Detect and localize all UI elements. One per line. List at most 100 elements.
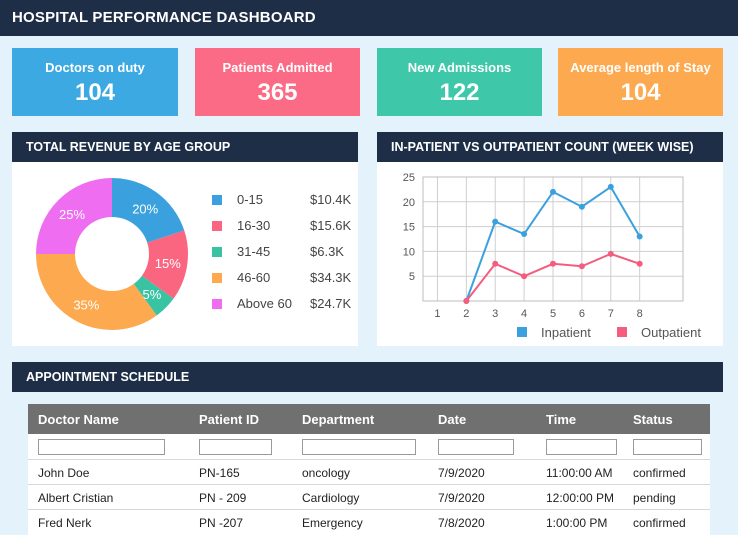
legend-swatch — [212, 195, 222, 205]
legend-label: Inpatient — [541, 325, 591, 340]
table-row[interactable]: John Doe PN-165 oncology 7/9/2020 11:00:00 A… — [28, 459, 710, 484]
legend-label: 31-45 — [237, 244, 271, 259]
column-header-date[interactable]: Date — [438, 412, 466, 427]
table-cell: 7/9/2020 — [438, 491, 485, 505]
appointment-table: Doctor Name Patient ID Department Date T… — [28, 404, 710, 535]
kpi-value: 104 — [620, 79, 661, 106]
revenue-panel: 20% 15% 5% 35% 25% 0-15 $10.4K 16-30 $15.6K 31-4… — [12, 162, 358, 346]
revenue-panel-header: TOTAL REVENUE BY AGE GROUP — [12, 132, 358, 162]
table-cell: Fred Nerk — [38, 516, 92, 530]
legend-label: 46-60 — [237, 270, 271, 285]
count-panel-header: IN-PATIENT VS OUTPATIENT COUNT (WEEK WIS… — [377, 132, 723, 162]
legend-swatch — [517, 327, 527, 337]
appointment-panel-header: APPOINTMENT SCHEDULE — [12, 362, 723, 392]
table-row[interactable]: Fred Nerk PN -207 Emergency 7/8/2020 1:00:00… — [28, 509, 710, 534]
data-point — [578, 203, 585, 210]
kpi-label: Average length of Stay — [570, 60, 711, 75]
filter-input-doctor-name[interactable] — [38, 439, 165, 455]
column-header-time[interactable]: Time — [546, 412, 576, 427]
y-tick-label: 10 — [403, 246, 415, 258]
x-tick-label: 1 — [434, 308, 440, 320]
legend-amount: $15.6K — [310, 218, 352, 233]
data-point — [636, 260, 643, 267]
data-point — [521, 273, 528, 280]
column-header-doctor-name[interactable]: Doctor Name — [38, 412, 119, 427]
pie-slice-label: 35% — [73, 297, 99, 312]
filter-input-patient-id[interactable] — [199, 439, 272, 455]
revenue-panel-title: TOTAL REVENUE BY AGE GROUP — [26, 140, 231, 154]
x-tick-label: 4 — [521, 308, 527, 320]
x-tick-label: 8 — [637, 308, 643, 320]
table-row[interactable]: Albert Cristian PN - 209 Cardiology 7/9/202… — [28, 484, 710, 509]
pie-slice — [36, 254, 157, 330]
page-title: HOSPITAL PERFORMANCE DASHBOARD — [12, 9, 316, 26]
count-panel-title: IN-PATIENT VS OUTPATIENT COUNT (WEEK WIS… — [391, 140, 694, 154]
table-cell: John Doe — [38, 466, 90, 480]
column-header-department[interactable]: Department — [302, 412, 374, 427]
data-point — [463, 298, 470, 304]
legend-swatch — [212, 273, 222, 283]
table-cell: PN - 209 — [199, 491, 247, 505]
x-tick-label: 2 — [463, 308, 469, 320]
table-cell: Cardiology — [302, 491, 360, 505]
data-point — [578, 263, 585, 270]
kpi-label: Patients Admitted — [222, 60, 333, 75]
filter-input-date[interactable] — [438, 439, 514, 455]
kpi-label: Doctors on duty — [45, 60, 145, 75]
legend-swatch — [212, 247, 222, 257]
filter-input-department[interactable] — [302, 439, 416, 455]
table-cell: pending — [633, 491, 676, 505]
appointment-panel-title: APPOINTMENT SCHEDULE — [26, 370, 190, 384]
table-cell: confirmed — [633, 516, 686, 530]
table-cell: PN -207 — [199, 516, 244, 530]
kpi-card-average-stay: Average length of Stay 104 — [558, 48, 723, 116]
data-point — [550, 260, 556, 267]
x-tick-label: 6 — [579, 308, 585, 320]
column-header-status[interactable]: Status — [633, 412, 673, 427]
table-cell: confirmed — [633, 466, 686, 480]
legend-label: 16-30 — [237, 218, 271, 233]
filter-input-status[interactable] — [633, 439, 702, 455]
column-header-patient-id[interactable]: Patient ID — [199, 412, 259, 427]
legend-swatch — [212, 299, 222, 309]
data-point — [607, 250, 614, 257]
data-point — [550, 188, 556, 195]
kpi-label: New Admissions — [407, 60, 512, 75]
table-header: Doctor Name Patient ID Department Date T… — [28, 404, 710, 434]
table-cell: 7/8/2020 — [438, 516, 485, 530]
kpi-card-patients-admitted: Patients Admitted 365 — [195, 48, 360, 116]
table-cell: 12:00:00 PM — [546, 491, 615, 505]
x-tick-label: 7 — [608, 308, 614, 320]
legend-amount: $24.7K — [310, 296, 352, 311]
kpi-value: 122 — [439, 79, 480, 106]
count-panel: 5 10 15 20 25 1 2 3 4 5 6 7 8 Inpatient Outpatient — [377, 162, 723, 346]
table-cell: 1:00:00 PM — [546, 516, 608, 530]
y-tick-label: 5 — [409, 271, 415, 283]
legend-label: 0-15 — [237, 192, 264, 207]
table-cell: Albert Cristian — [38, 491, 114, 505]
table-cell: 7/9/2020 — [438, 466, 485, 480]
legend-swatch — [212, 221, 222, 231]
kpi-card-doctors: Doctors on duty 104 — [12, 48, 178, 116]
filter-input-time[interactable] — [546, 439, 617, 455]
legend-amount: $6.3K — [310, 244, 344, 259]
legend-label: Outpatient — [641, 325, 701, 340]
revenue-donut-chart: 20% 15% 5% 35% 25% — [36, 178, 188, 330]
data-point — [492, 260, 499, 267]
table-cell: oncology — [302, 466, 351, 480]
dashboard-header: HOSPITAL PERFORMANCE DASHBOARD — [0, 0, 738, 36]
legend-label: Above 60 — [237, 296, 292, 311]
kpi-card-new-admissions: New Admissions 122 — [377, 48, 542, 116]
kpi-value: 365 — [257, 79, 298, 106]
data-point — [636, 233, 643, 240]
data-point — [521, 231, 528, 238]
data-point — [607, 183, 614, 190]
pie-slice-label: 5% — [143, 287, 162, 302]
patient-count-line-chart: 5 10 15 20 25 1 2 3 4 5 6 7 8 Inpatient Outpatient — [403, 172, 702, 340]
table-cell: PN-165 — [199, 466, 240, 480]
kpi-value: 104 — [74, 79, 116, 106]
pie-slice-label: 25% — [59, 207, 85, 222]
y-tick-label: 20 — [403, 197, 415, 209]
x-tick-label: 3 — [492, 308, 498, 320]
legend-swatch — [617, 327, 627, 337]
